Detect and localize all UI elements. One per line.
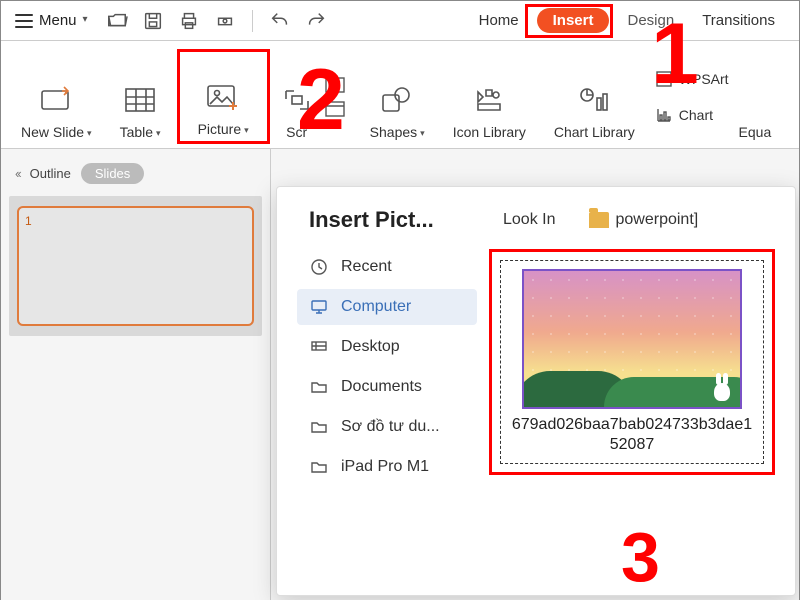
collapse-panel-button[interactable]: ‹‹ (15, 166, 20, 181)
chart-library-label: Chart Library (554, 124, 635, 140)
new-slide-label: New Slide (21, 124, 84, 140)
table-button[interactable]: Table▾ (108, 49, 173, 144)
chevron-down-icon: ▾ (420, 128, 425, 139)
chart-label: Chart (679, 107, 713, 123)
hamburger-icon (15, 14, 33, 28)
screenshot-icon (279, 82, 315, 118)
tab-transitions[interactable]: Transitions (692, 8, 785, 33)
chevron-down-icon: ▾ (244, 125, 249, 136)
equation-button[interactable]: Equa (733, 49, 784, 144)
shapes-icon (379, 82, 415, 118)
source-sodo[interactable]: Sơ đồ tư du... (297, 409, 477, 445)
file-item[interactable]: 679ad026baa7bab024733b3dae152087 (500, 260, 764, 464)
folder-icon (309, 377, 329, 397)
file-browser: 679ad026baa7bab024733b3dae152087 (489, 249, 775, 485)
source-documents[interactable]: Documents (297, 369, 477, 405)
annotation-box-3: 679ad026baa7bab024733b3dae152087 (489, 249, 775, 475)
source-label: Computer (341, 298, 411, 316)
picture-button[interactable]: Picture▾ (177, 49, 270, 144)
icon-library-icon (471, 82, 507, 118)
undo-icon[interactable] (269, 10, 291, 32)
file-name: 679ad026baa7bab024733b3dae152087 (509, 415, 755, 455)
source-ipad[interactable]: iPad Pro M1 (297, 449, 477, 485)
quick-access-toolbar (106, 10, 327, 32)
redo-icon[interactable] (305, 10, 327, 32)
shapes-button[interactable]: Shapes▾ (358, 49, 437, 144)
tab-home[interactable]: Home (469, 8, 529, 33)
ribbon-tabs: Home Insert Design Transitions (469, 8, 785, 33)
source-label: iPad Pro M1 (341, 458, 429, 476)
picture-label: Picture (198, 121, 242, 137)
slide-thumbnail-1[interactable]: 1 (17, 206, 254, 326)
separator (252, 10, 253, 32)
source-desktop[interactable]: Desktop (297, 329, 477, 365)
monitor-icon (309, 297, 329, 317)
chevron-down-icon: ▾ (87, 128, 92, 139)
tab-insert[interactable]: Insert (537, 8, 610, 33)
tab-design[interactable]: Design (617, 8, 684, 33)
print-icon[interactable] (178, 10, 200, 32)
open-icon[interactable] (106, 10, 128, 32)
new-slide-button[interactable]: New Slide▾ (9, 49, 104, 144)
slide-thumbnail-container: 1 (9, 196, 262, 336)
chevron-down-icon: ▾ (156, 128, 161, 139)
source-recent[interactable]: Recent (297, 249, 477, 285)
look-in-label: Look In (503, 211, 555, 229)
slide-number: 1 (25, 214, 32, 228)
new-slide-icon (38, 82, 74, 118)
save-icon[interactable] (142, 10, 164, 32)
chevron-down-icon: ▾ (83, 14, 88, 25)
wpsart-button[interactable]: WPSArt (655, 70, 729, 88)
source-label: Recent (341, 258, 392, 276)
clock-icon (309, 257, 329, 277)
chart-icon (655, 106, 673, 124)
folder-icon (309, 417, 329, 437)
source-label: Sơ đồ tư du... (341, 418, 440, 436)
dialog-title: Insert Pict... (309, 207, 479, 233)
table-icon (122, 82, 158, 118)
small-group (324, 76, 354, 118)
menu-button[interactable]: Menu ▾ (15, 12, 88, 29)
menu-label: Menu (39, 12, 77, 29)
source-label: Desktop (341, 338, 400, 356)
chart-library-button[interactable]: Chart Library (542, 49, 647, 144)
outline-tab[interactable]: Outline (30, 166, 71, 181)
slides-tab[interactable]: Slides (81, 163, 144, 184)
insert-picture-dialog: Insert Pict... Look In powerpoint] Recen… (276, 186, 796, 596)
equation-label: Equa (739, 124, 772, 140)
picture-icon (205, 79, 241, 115)
ribbon: New Slide▾ Table▾ Picture▾ Scr (1, 41, 799, 149)
folder-name: powerpoint] (615, 211, 698, 229)
wpsart-icon (655, 70, 673, 88)
desktop-icon (309, 337, 329, 357)
source-computer[interactable]: Computer (297, 289, 477, 325)
icon-library-label: Icon Library (453, 124, 526, 140)
header-mini-button[interactable] (324, 100, 354, 118)
screenshot-label: Scr (286, 124, 307, 140)
icon-library-button[interactable]: Icon Library (441, 49, 538, 144)
table-label: Table (120, 124, 153, 140)
source-list: Recent Computer Desktop Documents Sơ đồ … (297, 249, 477, 485)
folder-icon (309, 457, 329, 477)
screenshot-button[interactable]: Scr (274, 49, 320, 144)
slide-panel: ‹‹ Outline Slides 1 (1, 149, 271, 600)
chart-library-icon (576, 82, 612, 118)
source-label: Documents (341, 378, 422, 396)
image-thumbnail (522, 269, 742, 409)
shapes-label: Shapes (370, 124, 417, 140)
textbox-mini-button[interactable] (324, 76, 354, 94)
chart-button[interactable]: Chart (655, 106, 729, 124)
wpsart-label: WPSArt (679, 71, 729, 87)
print-preview-icon[interactable] (214, 10, 236, 32)
look-in-folder[interactable]: powerpoint] (589, 211, 698, 229)
folder-icon (589, 212, 609, 228)
title-bar: Menu ▾ Home Ins (1, 1, 799, 41)
